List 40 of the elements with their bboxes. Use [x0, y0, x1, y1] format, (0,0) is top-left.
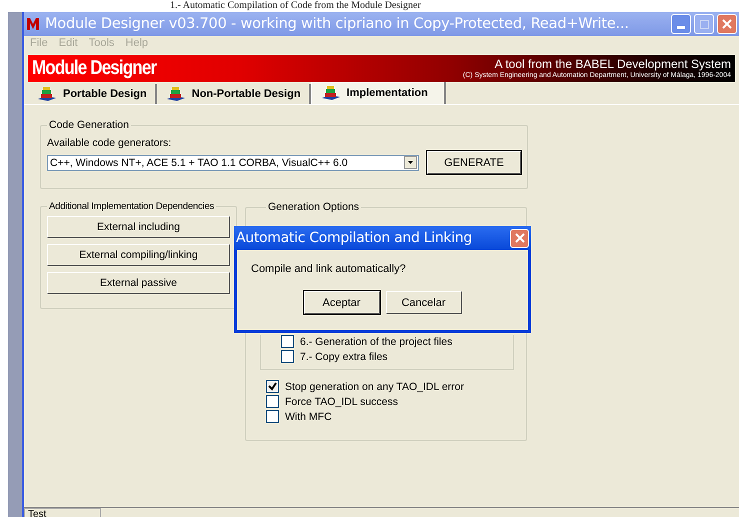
document-heading: 1.- Automatic Compilation of Code from the Module Designer	[170, 0, 421, 11]
dependency-button[interactable]: External passive	[47, 272, 230, 294]
stacked-blocks-icon	[36, 86, 58, 102]
checkbox-label: Force TAO_IDL success	[285, 396, 398, 408]
banner-tagline: A tool from the BABEL Development System	[494, 58, 731, 70]
close-icon	[514, 233, 524, 243]
checkbox[interactable]	[266, 380, 279, 393]
group-title: Additional Implementation Dependencies	[48, 201, 216, 212]
checkbox[interactable]	[281, 350, 294, 363]
status-text: Test	[24, 508, 101, 517]
tab[interactable]: Implementation	[310, 82, 446, 104]
banner-logo-text: Module Designer	[32, 57, 156, 80]
checkbox-label: 6.- Generation of the project files	[300, 336, 452, 348]
dialog-message: Compile and link automatically?	[251, 263, 407, 275]
dialog-button[interactable]: Aceptar	[304, 291, 380, 314]
close-icon	[722, 19, 732, 29]
checkbox-label: Stop generation on any TAO_IDL error	[285, 380, 464, 392]
minimize-icon	[677, 26, 685, 29]
dependency-button[interactable]: External including	[47, 216, 230, 238]
minimize-button[interactable]	[671, 14, 691, 34]
stacked-blocks-icon	[320, 85, 342, 101]
dialog-title: Automatic Compilation and Linking	[236, 230, 472, 246]
checkbox-label: With MFC	[285, 410, 332, 422]
checkbox[interactable]	[281, 335, 294, 348]
generate-button[interactable]: GENERATE	[427, 151, 521, 174]
close-button[interactable]	[510, 228, 529, 248]
window-title: Module Designer v03.700 - working with cipriano in Copy-Protected, Read+Write...	[45, 16, 630, 32]
close-button[interactable]	[717, 14, 737, 34]
code-generator-dropdown[interactable]: C++, Windows NT+, ACE 5.1 + TAO 1.1 CORBA, VisualC++ 6.0	[47, 154, 419, 170]
field-label: Available code generators:	[47, 137, 172, 149]
app-logo-icon	[26, 17, 42, 31]
maximize-icon	[700, 20, 708, 28]
group-title: Code Generation	[48, 119, 130, 131]
checkbox[interactable]	[266, 395, 279, 408]
group-title: Generation Options	[267, 201, 360, 213]
checkbox[interactable]	[266, 410, 279, 423]
checkbox-label: 7.- Copy extra files	[300, 350, 388, 362]
dependency-button[interactable]: External compiling/linking	[47, 244, 230, 266]
stacked-blocks-icon	[164, 86, 187, 102]
dialog-button[interactable]: Cancelar	[386, 291, 462, 314]
